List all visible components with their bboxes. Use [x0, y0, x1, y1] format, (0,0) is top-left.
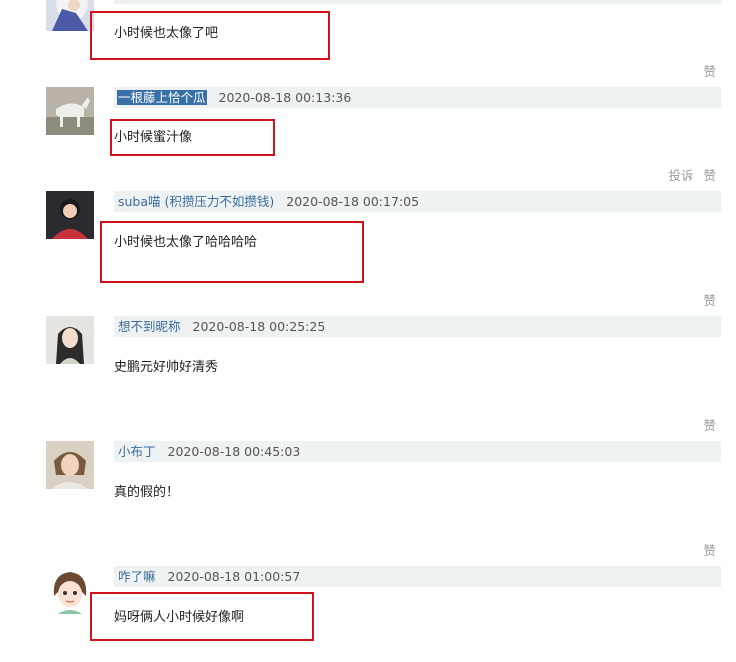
avatar[interactable]: [46, 0, 94, 31]
comment-text: 小时候也太像了哈哈哈哈: [114, 235, 258, 250]
comment-timestamp: 2020-08-18 00:17:05: [286, 194, 420, 209]
comment-text: 小时候蜜汁像: [114, 130, 193, 145]
avatar[interactable]: [46, 191, 94, 239]
like-button[interactable]: 赞: [703, 168, 716, 183]
avatar[interactable]: [46, 87, 94, 135]
comment-text: 妈呀俩人小时候好像啊: [114, 610, 245, 625]
comment-text: 真的假的！: [114, 485, 180, 500]
comment-actions: 赞: [693, 290, 716, 309]
comment-actions: 投诉赞: [658, 165, 716, 184]
comment-text: 小时候也太像了吧: [114, 26, 219, 41]
avatar[interactable]: [46, 566, 94, 614]
comment-actions: 赞: [693, 61, 716, 80]
comment-meta-bar: 一根藤上恰个瓜 2020-08-18 00:13:36: [114, 87, 721, 108]
comment-actions: 赞: [693, 540, 716, 559]
comment-timestamp: 2020-08-18 00:13:36: [218, 90, 352, 105]
comment-meta-bar: suba喵 (积攒压力不如攒钱) 2020-08-18 00:17:05: [114, 191, 721, 212]
username-link[interactable]: 小布丁: [118, 444, 156, 459]
comment-timestamp: 2020-08-18 01:00:57: [167, 569, 301, 584]
comment-text: 史鹏元好帅好清秀: [114, 360, 219, 375]
comment-timestamp: 2020-08-18 00:25:25: [192, 319, 326, 334]
username-link[interactable]: 想不到昵称: [118, 319, 181, 334]
comment-meta-bar: 小布丁 2020-08-18 00:45:03: [114, 441, 721, 462]
avatar[interactable]: [46, 316, 94, 364]
comment-meta-bar: 想不到昵称 2020-08-18 00:25:25: [114, 316, 721, 337]
avatar[interactable]: [46, 441, 94, 489]
comment-meta-bar: 咋了嘛 2020-08-18 01:00:57: [114, 566, 721, 587]
like-button[interactable]: 赞: [703, 418, 716, 433]
comment-actions: 赞: [693, 415, 716, 434]
comment-meta-bar: [114, 0, 721, 4]
like-button[interactable]: 赞: [703, 543, 716, 558]
username-link[interactable]: suba喵 (积攒压力不如攒钱): [118, 194, 274, 209]
username-link[interactable]: 咋了嘛: [118, 569, 156, 584]
like-button[interactable]: 赞: [703, 293, 716, 308]
username-link[interactable]: 一根藤上恰个瓜: [117, 90, 207, 105]
like-button[interactable]: 赞: [703, 64, 716, 79]
comment-timestamp: 2020-08-18 00:45:03: [167, 444, 301, 459]
report-button[interactable]: 投诉: [668, 168, 693, 183]
